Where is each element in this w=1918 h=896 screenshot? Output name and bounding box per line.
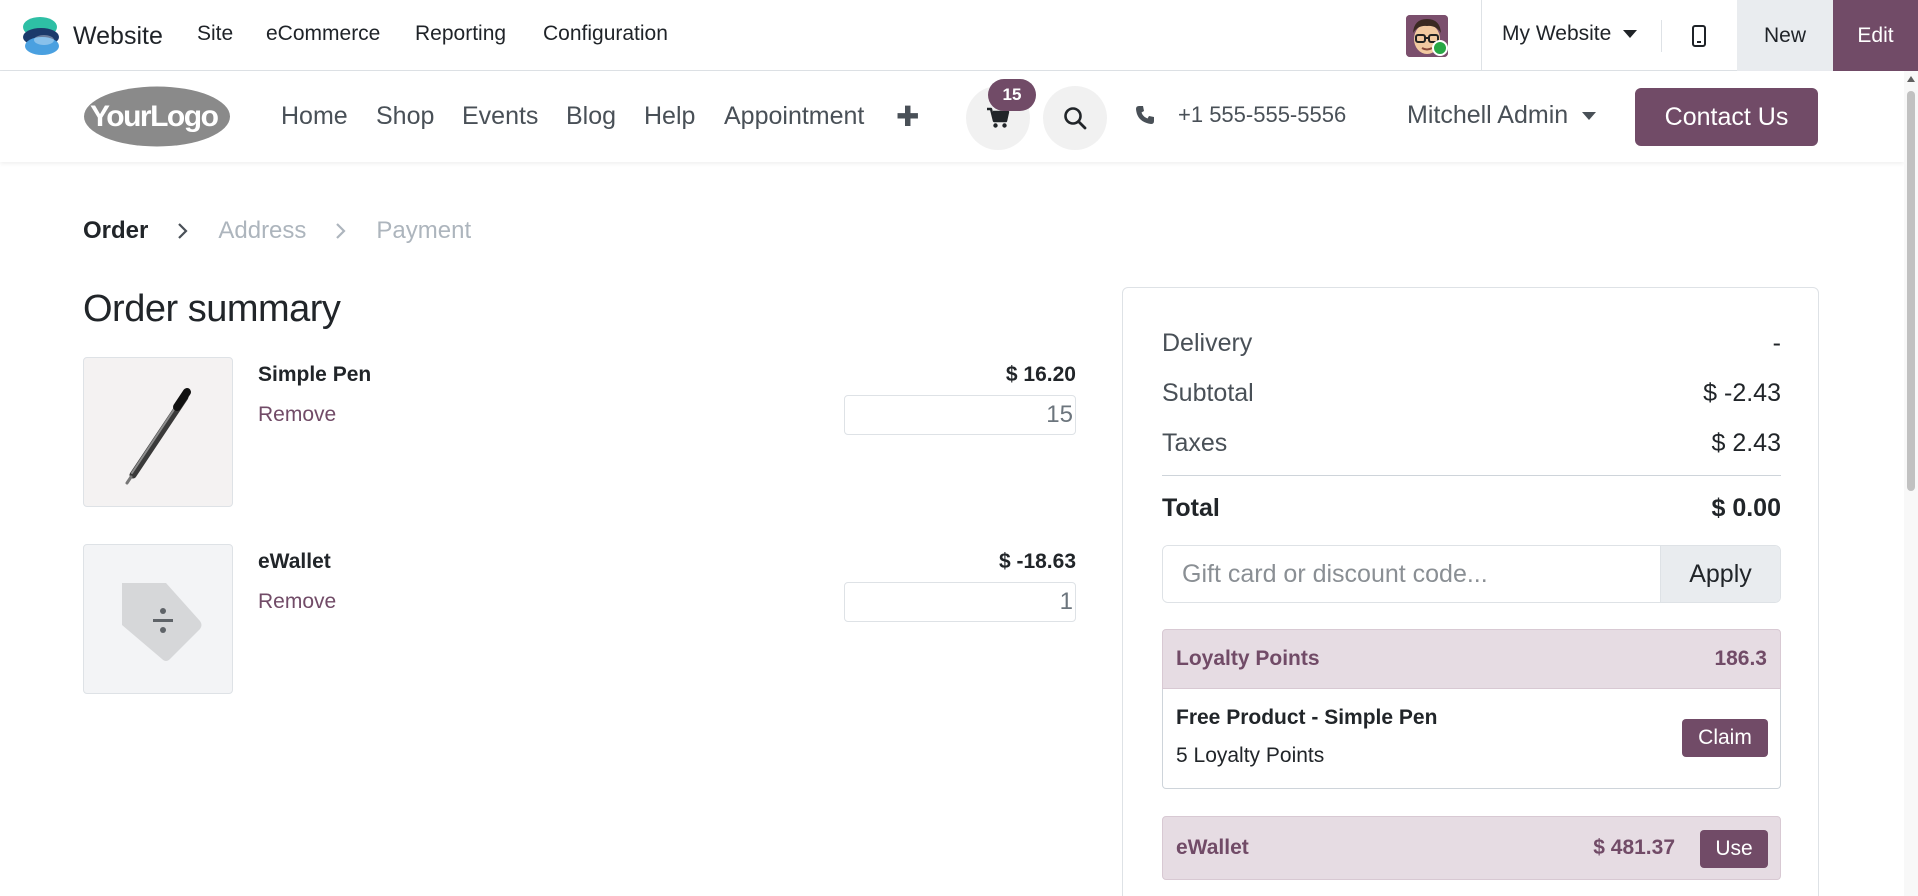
user-name: Mitchell Admin (1407, 101, 1569, 129)
product-image-simple-pen[interactable] (83, 357, 233, 507)
cart-line: Simple Pen Remove $ 16.20 (83, 357, 1076, 507)
nav-events[interactable]: Events (462, 102, 538, 131)
subtotal-label: Subtotal (1162, 379, 1254, 407)
chevron-right-icon (328, 218, 354, 244)
reward-cost: 5 Loyalty Points (1176, 744, 1325, 767)
reward-item: Free Product - Simple Pen 5 Loyalty Poin… (1162, 689, 1781, 789)
apply-coupon-button[interactable]: Apply (1660, 546, 1780, 602)
line-price: $ -18.63 (998, 550, 1076, 573)
logo-image: YourLogo (84, 86, 230, 147)
website-app-icon (23, 17, 59, 55)
delivery-value: - (1772, 329, 1781, 357)
chevron-right-icon (170, 218, 196, 244)
mobile-phone-icon (1691, 24, 1706, 47)
step-order: Order (83, 217, 149, 244)
pen-image (125, 388, 191, 485)
new-button[interactable]: New (1737, 0, 1833, 71)
nav-shop[interactable]: Shop (376, 102, 434, 131)
divider (1162, 475, 1781, 476)
nav-home[interactable]: Home (281, 102, 348, 131)
total-label: Total (1162, 494, 1220, 522)
quantity-input[interactable] (844, 395, 1076, 435)
cart-count-badge: 15 (988, 79, 1036, 111)
mobile-preview-button[interactable] (1661, 0, 1736, 71)
edit-button[interactable]: Edit (1833, 0, 1918, 71)
menu-reporting[interactable]: Reporting (415, 22, 506, 46)
coupon-code-input[interactable] (1163, 546, 1660, 602)
cart-line: eWallet Remove $ -18.63 (83, 544, 1076, 694)
scroll-up-arrow-icon[interactable] (1907, 76, 1915, 82)
product-name[interactable]: Simple Pen (258, 363, 371, 387)
ewallet-panel: eWallet $ 481.37 Use (1162, 816, 1781, 880)
remove-link[interactable]: Remove (258, 403, 336, 427)
use-ewallet-button[interactable]: Use (1700, 830, 1768, 868)
claim-reward-button[interactable]: Claim (1682, 719, 1768, 757)
website-switcher-label: My Website (1502, 22, 1612, 45)
taxes-label: Taxes (1162, 429, 1228, 457)
website-switcher[interactable]: My Website (1502, 22, 1638, 46)
order-totals-card: Delivery - Subtotal $ -2.43 Taxes $ 2.43… (1122, 287, 1819, 896)
delivery-label: Delivery (1162, 329, 1253, 357)
menu-configuration[interactable]: Configuration (543, 22, 668, 46)
admin-navbar: Website Site eCommerce Reporting Configu… (0, 0, 1918, 71)
app-brand[interactable]: Website (20, 14, 163, 58)
line-price: $ 16.20 (1005, 363, 1076, 386)
phone-icon (1136, 106, 1154, 124)
caret-down-icon (1582, 111, 1597, 120)
nav-blog[interactable]: Blog (566, 102, 616, 131)
loyalty-balance: 186.3 (1714, 647, 1767, 670)
delivery-row: Delivery - (1162, 329, 1781, 358)
loyalty-points-header: Loyalty Points 186.3 (1162, 629, 1781, 689)
discount-tag-icon (122, 583, 202, 661)
user-menu[interactable]: Mitchell Admin (1407, 101, 1597, 130)
nav-appointment[interactable]: Appointment (724, 102, 864, 131)
coupon-form: Apply (1162, 545, 1781, 603)
app-name: Website (73, 21, 163, 50)
site-logo[interactable]: YourLogo (82, 85, 232, 148)
phone-contact[interactable]: +1 555-555-5556 (1135, 102, 1346, 128)
product-name[interactable]: eWallet (258, 550, 331, 574)
total-value: $ 0.00 (1711, 494, 1781, 522)
add-page-icon[interactable]: ✚ (896, 100, 919, 133)
product-image-ewallet[interactable] (83, 544, 233, 694)
menu-ecommerce[interactable]: eCommerce (266, 22, 380, 46)
search-icon (1064, 107, 1087, 130)
page-scrollbar[interactable] (1904, 71, 1918, 896)
contact-us-button[interactable]: Contact Us (1635, 88, 1818, 146)
scrollbar-thumb[interactable] (1907, 91, 1915, 491)
loyalty-title: Loyalty Points (1176, 647, 1320, 670)
menu-site[interactable]: Site (197, 22, 233, 46)
reward-name: Free Product - Simple Pen (1176, 706, 1438, 729)
website-header: YourLogo Home Shop Events Blog Help Appo… (0, 71, 1904, 162)
online-status-indicator (1432, 40, 1448, 56)
taxes-value: $ 2.43 (1711, 429, 1781, 457)
taxes-row: Taxes $ 2.43 (1162, 429, 1781, 458)
step-address[interactable]: Address (218, 217, 306, 245)
order-summary-title: Order summary (83, 288, 341, 330)
divider (1481, 0, 1482, 71)
total-row: Total $ 0.00 (1162, 494, 1781, 523)
remove-link[interactable]: Remove (258, 590, 336, 614)
step-payment[interactable]: Payment (376, 217, 471, 245)
subtotal-row: Subtotal $ -2.43 (1162, 379, 1781, 408)
ewallet-label: eWallet (1176, 836, 1249, 859)
subtotal-value: $ -2.43 (1703, 379, 1781, 407)
ewallet-balance: $ 481.37 (1593, 836, 1675, 859)
logo-text: YourLogo (90, 100, 219, 133)
search-button[interactable] (1043, 86, 1107, 150)
nav-help[interactable]: Help (644, 102, 695, 131)
quantity-input[interactable] (844, 582, 1076, 622)
caret-down-icon (1623, 30, 1638, 38)
phone-number: +1 555-555-5556 (1178, 102, 1347, 127)
checkout-steps: Order Address Payment (83, 215, 471, 247)
